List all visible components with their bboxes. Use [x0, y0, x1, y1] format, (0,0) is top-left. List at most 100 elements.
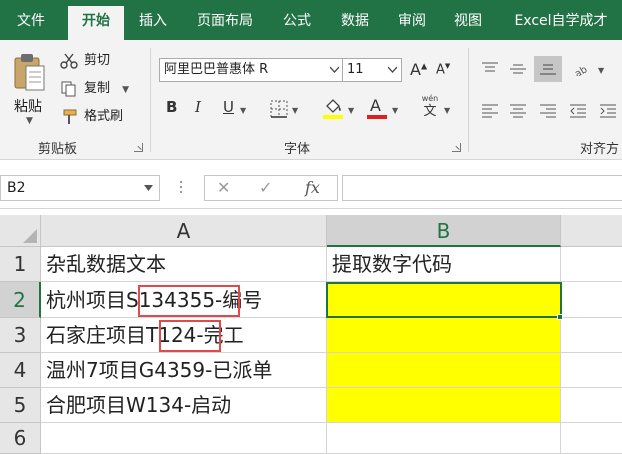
phonetic-guide-button[interactable]: wén 文 — [418, 94, 442, 122]
code-highlight-box — [159, 320, 221, 352]
column-header-b[interactable]: B — [327, 215, 561, 247]
tab-formulas[interactable]: 公式 — [272, 0, 322, 40]
column-header-c[interactable] — [561, 215, 622, 247]
cell-a6[interactable] — [41, 423, 327, 454]
cell-b3[interactable] — [327, 318, 561, 353]
cell-c3[interactable] — [561, 318, 622, 353]
formula-input[interactable] — [342, 175, 622, 201]
row-header[interactable]: 2 — [0, 282, 41, 318]
tab-file[interactable]: 文件 — [0, 0, 62, 40]
cell-c2[interactable] — [561, 282, 622, 318]
cell-c1[interactable] — [561, 247, 622, 282]
bold-button[interactable]: B — [166, 98, 177, 116]
cut-label: 剪切 — [84, 53, 111, 68]
orientation-icon[interactable]: ab — [574, 62, 590, 76]
paste-button[interactable]: 粘贴 — [14, 96, 42, 116]
tab-excel-self-study[interactable]: Excel自学成才 — [500, 0, 622, 40]
underline-button[interactable]: U — [223, 98, 234, 116]
underline-dropdown-icon[interactable]: ▼ — [240, 106, 246, 115]
italic-button[interactable]: I — [195, 98, 201, 116]
tab-review[interactable]: 审阅 — [388, 0, 436, 40]
cell-c4[interactable] — [561, 353, 622, 388]
phonetic-char: 文 — [423, 104, 437, 119]
row-header[interactable]: 4 — [0, 353, 41, 388]
row-header[interactable]: 6 — [0, 423, 41, 454]
fill-handle[interactable] — [557, 314, 563, 320]
font-size-select[interactable]: 11 — [342, 58, 402, 82]
select-all-triangle-icon — [23, 229, 37, 243]
cut-button[interactable]: 剪切 — [60, 50, 110, 72]
cell-b5[interactable] — [327, 388, 561, 423]
paste-icon[interactable] — [12, 52, 46, 92]
copy-button[interactable]: 复制 ▼ — [60, 78, 129, 100]
tab-page-layout[interactable]: 页面布局 — [186, 0, 264, 40]
cell-c6[interactable] — [561, 423, 622, 454]
insert-function-icon[interactable]: fx — [305, 178, 320, 197]
chevron-down-icon — [144, 185, 153, 191]
align-bottom-button[interactable] — [534, 56, 562, 82]
cell-a5[interactable]: 合肥项目W134-启动 — [41, 388, 327, 423]
ribbon: 粘贴 ▼ 剪切 复制 ▼ 格式刷 剪贴板 阿里巴巴普惠体 R 11 A▲ A▼ … — [0, 40, 622, 160]
code-highlight-box — [138, 285, 240, 317]
tab-view[interactable]: 视图 — [444, 0, 492, 40]
column-header-a[interactable]: A — [41, 215, 327, 247]
formula-bar: B2 ✕ ✓ fx — [0, 161, 622, 209]
copy-dropdown-icon[interactable]: ▼ — [122, 85, 129, 95]
font-color-dropdown-icon[interactable]: ▼ — [392, 106, 398, 115]
cell-b1[interactable]: 提取数字代码 — [327, 247, 561, 282]
tab-home[interactable]: 开始 — [68, 6, 124, 40]
scissors-icon — [60, 53, 78, 69]
active-cell-border — [326, 282, 562, 318]
cell-b4[interactable] — [327, 353, 561, 388]
shrink-font-button[interactable]: A▼ — [436, 62, 450, 77]
clipboard-dialog-launcher-icon[interactable] — [134, 143, 143, 152]
align-bottom-icon — [540, 64, 556, 75]
cell-a1[interactable]: 杂乱数据文本 — [41, 247, 327, 282]
ribbon-tab-bar: 文件 开始 插入 页面布局 公式 数据 审阅 视图 Excel自学成才 — [0, 0, 622, 40]
grow-font-button[interactable]: A▲ — [410, 60, 427, 79]
cell-b6[interactable] — [327, 423, 561, 454]
borders-dropdown-icon[interactable]: ▼ — [292, 106, 298, 115]
paste-dropdown-icon[interactable]: ▼ — [26, 116, 33, 126]
alignment-group-label: 对齐方 — [580, 142, 620, 157]
align-right-icon[interactable] — [540, 104, 556, 118]
font-group-label: 字体 — [284, 142, 311, 157]
clipboard-group-label: 剪贴板 — [38, 142, 78, 157]
cell-c5[interactable] — [561, 388, 622, 423]
formula-buttons: ✕ ✓ fx — [204, 175, 338, 201]
align-left-icon[interactable] — [482, 104, 498, 118]
tab-insert[interactable]: 插入 — [128, 0, 178, 40]
font-color-button[interactable]: A — [366, 94, 388, 120]
font-color-swatch — [367, 115, 387, 119]
grow-font-label: A — [410, 60, 421, 79]
row-header[interactable]: 5 — [0, 388, 41, 423]
fill-color-icon[interactable] — [322, 96, 344, 120]
font-dialog-launcher-icon[interactable] — [452, 143, 461, 152]
row-header[interactable]: 3 — [0, 318, 41, 353]
align-middle-icon[interactable] — [510, 62, 526, 76]
cancel-icon[interactable]: ✕ — [217, 178, 230, 197]
format-painter-button[interactable]: 格式刷 — [60, 106, 123, 128]
align-top-icon[interactable] — [482, 62, 498, 76]
formula-bar-grip-icon[interactable] — [178, 178, 184, 198]
phonetic-dropdown-icon[interactable]: ▼ — [444, 106, 450, 115]
decrease-indent-icon[interactable] — [570, 104, 586, 118]
chevron-down-icon — [330, 66, 339, 73]
copy-label: 复制 — [84, 81, 111, 96]
worksheet-grid: A B 1 2 3 4 5 6 杂乱数据文本 提取数字代码 杭州项目S13435… — [0, 215, 622, 454]
fill-color-dropdown-icon[interactable]: ▼ — [348, 106, 354, 115]
chevron-down-icon — [388, 66, 397, 73]
font-color-letter: A — [370, 96, 381, 115]
svg-text:ab: ab — [574, 64, 589, 76]
align-center-icon[interactable] — [510, 104, 526, 118]
orientation-dropdown-icon[interactable]: ▼ — [598, 66, 604, 75]
name-box[interactable]: B2 — [0, 175, 160, 201]
font-name-select[interactable]: 阿里巴巴普惠体 R — [159, 58, 344, 82]
tab-data[interactable]: 数据 — [330, 0, 380, 40]
row-header[interactable]: 1 — [0, 247, 41, 282]
cell-a4[interactable]: 温州7项目G4359-已派单 — [41, 353, 327, 388]
increase-indent-icon[interactable] — [600, 104, 616, 118]
borders-icon[interactable] — [270, 100, 288, 118]
select-all-button[interactable] — [0, 215, 41, 247]
enter-icon[interactable]: ✓ — [259, 178, 272, 197]
